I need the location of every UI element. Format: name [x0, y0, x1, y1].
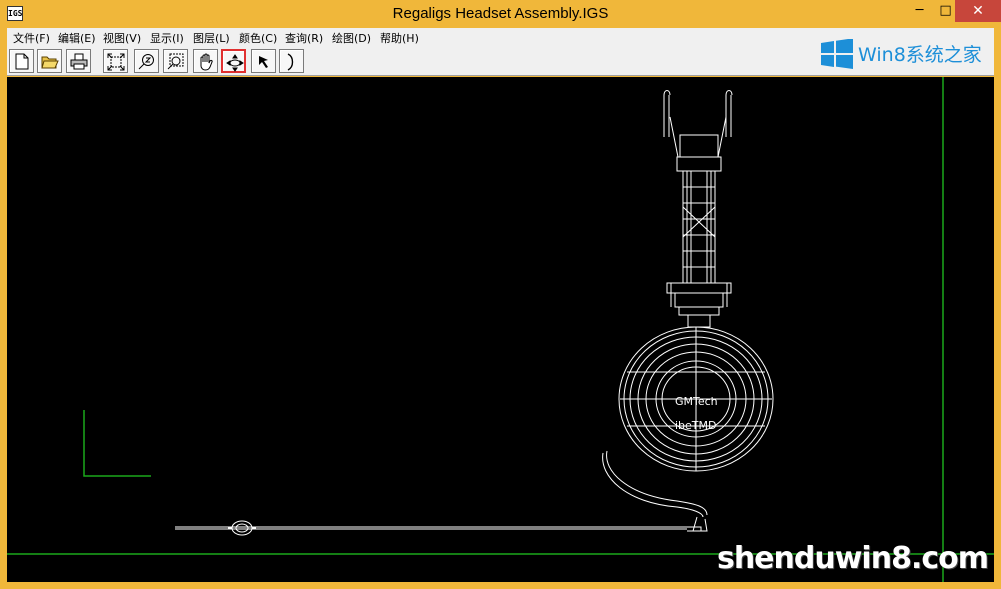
zoom-extents-icon — [107, 53, 125, 71]
cup-label-top: GMTech — [675, 395, 718, 408]
close-button[interactable]: ✕ — [955, 0, 1001, 22]
open-folder-icon — [41, 56, 59, 69]
print-button[interactable] — [66, 49, 91, 73]
new-file-button[interactable] — [9, 49, 34, 73]
app-window: IGS Regaligs Headset Assembly.IGS ─ □ ✕ … — [0, 0, 1001, 589]
menu-help[interactable]: 帮助(H) — [380, 30, 419, 46]
rotate-3d-button[interactable] — [221, 49, 246, 73]
drawing-canvas[interactable]: GMTech ibeTMD shenduwin8.com — [7, 77, 994, 582]
windows-logo-icon — [821, 39, 853, 69]
select-arrow-icon — [259, 56, 268, 68]
select-button[interactable] — [251, 49, 276, 73]
menu-draw[interactable]: 绘图(D) — [332, 30, 371, 46]
pan-hand-icon — [200, 53, 213, 71]
new-file-icon — [15, 53, 29, 70]
open-file-button[interactable] — [37, 49, 62, 73]
zoom-realtime-icon — [138, 54, 154, 70]
zoom-window-icon — [167, 53, 184, 70]
print-icon — [70, 53, 88, 70]
title-bar[interactable]: IGS Regaligs Headset Assembly.IGS ─ □ ✕ — [0, 0, 1001, 28]
zoom-realtime-button[interactable] — [134, 49, 159, 73]
pan-button[interactable] — [193, 49, 218, 73]
rotate-3d-icon — [226, 54, 244, 72]
zoom-extents-button[interactable] — [103, 49, 128, 73]
menu-file[interactable]: 文件(F) — [13, 30, 50, 46]
zoom-window-button[interactable] — [163, 49, 188, 73]
arc-button[interactable] — [279, 49, 304, 73]
cup-label-bottom: ibeTMD — [675, 419, 717, 432]
menu-query[interactable]: 查询(R) — [285, 30, 323, 46]
logo-text: Win8系统之家 — [858, 44, 982, 66]
ucs-axis-icon — [83, 410, 151, 477]
menu-display[interactable]: 显示(I) — [150, 30, 184, 46]
watermark-text: shenduwin8.com — [716, 541, 989, 576]
headset-model — [175, 90, 774, 536]
menu-layer[interactable]: 图层(L) — [193, 30, 230, 46]
minimize-button[interactable]: ─ — [906, 0, 933, 22]
cad-drawing: GMTech ibeTMD — [7, 77, 994, 582]
arc-icon — [287, 53, 294, 71]
window-title: Regaligs Headset Assembly.IGS — [392, 5, 609, 22]
menu-view[interactable]: 视图(V) — [103, 30, 141, 46]
menu-edit[interactable]: 编辑(E) — [58, 30, 96, 46]
brand-logo: Win8系统之家 — [818, 38, 998, 70]
menu-color[interactable]: 颜色(C) — [239, 30, 277, 46]
